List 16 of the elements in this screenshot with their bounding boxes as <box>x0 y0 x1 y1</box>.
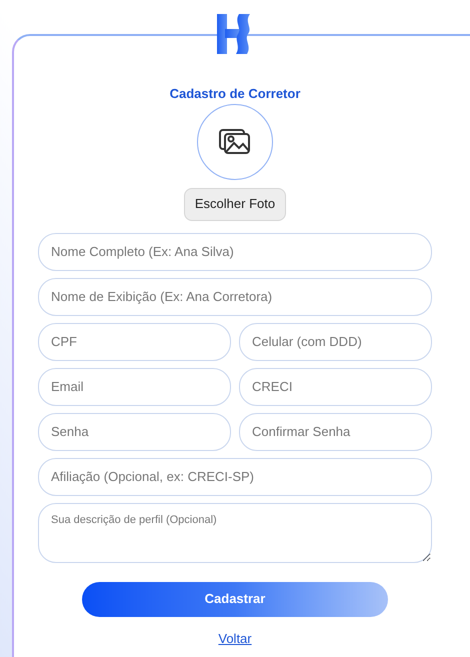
form-title: Cadastro de Corretor <box>170 85 300 103</box>
register-button[interactable]: Cadastrar <box>82 582 388 616</box>
input-field[interactable]: Celular (com DDD) <box>239 322 432 360</box>
input-field[interactable]: Confirmar Senha <box>239 412 432 450</box>
back-link[interactable]: Voltar <box>218 628 252 648</box>
input-field[interactable]: CPF <box>38 322 231 360</box>
logo-icon <box>217 14 253 54</box>
input-field[interactable]: Afiliação (Opcional, ex: CRECI-SP) <box>38 458 432 496</box>
input-field[interactable]: Senha <box>38 412 231 450</box>
input-field[interactable]: Nome de Exibição (Ex: Ana Corretora) <box>38 278 432 316</box>
input-field[interactable]: Nome Completo (Ex: Ana Silva) <box>38 232 432 270</box>
description-field[interactable]: Sua descrição de perfil (Opcional) <box>38 502 432 562</box>
choose-photo-button[interactable]: Escolher Foto <box>184 188 286 220</box>
image-icon <box>219 128 251 154</box>
input-field[interactable]: CRECI <box>239 368 432 406</box>
input-field[interactable]: Email <box>38 368 231 406</box>
